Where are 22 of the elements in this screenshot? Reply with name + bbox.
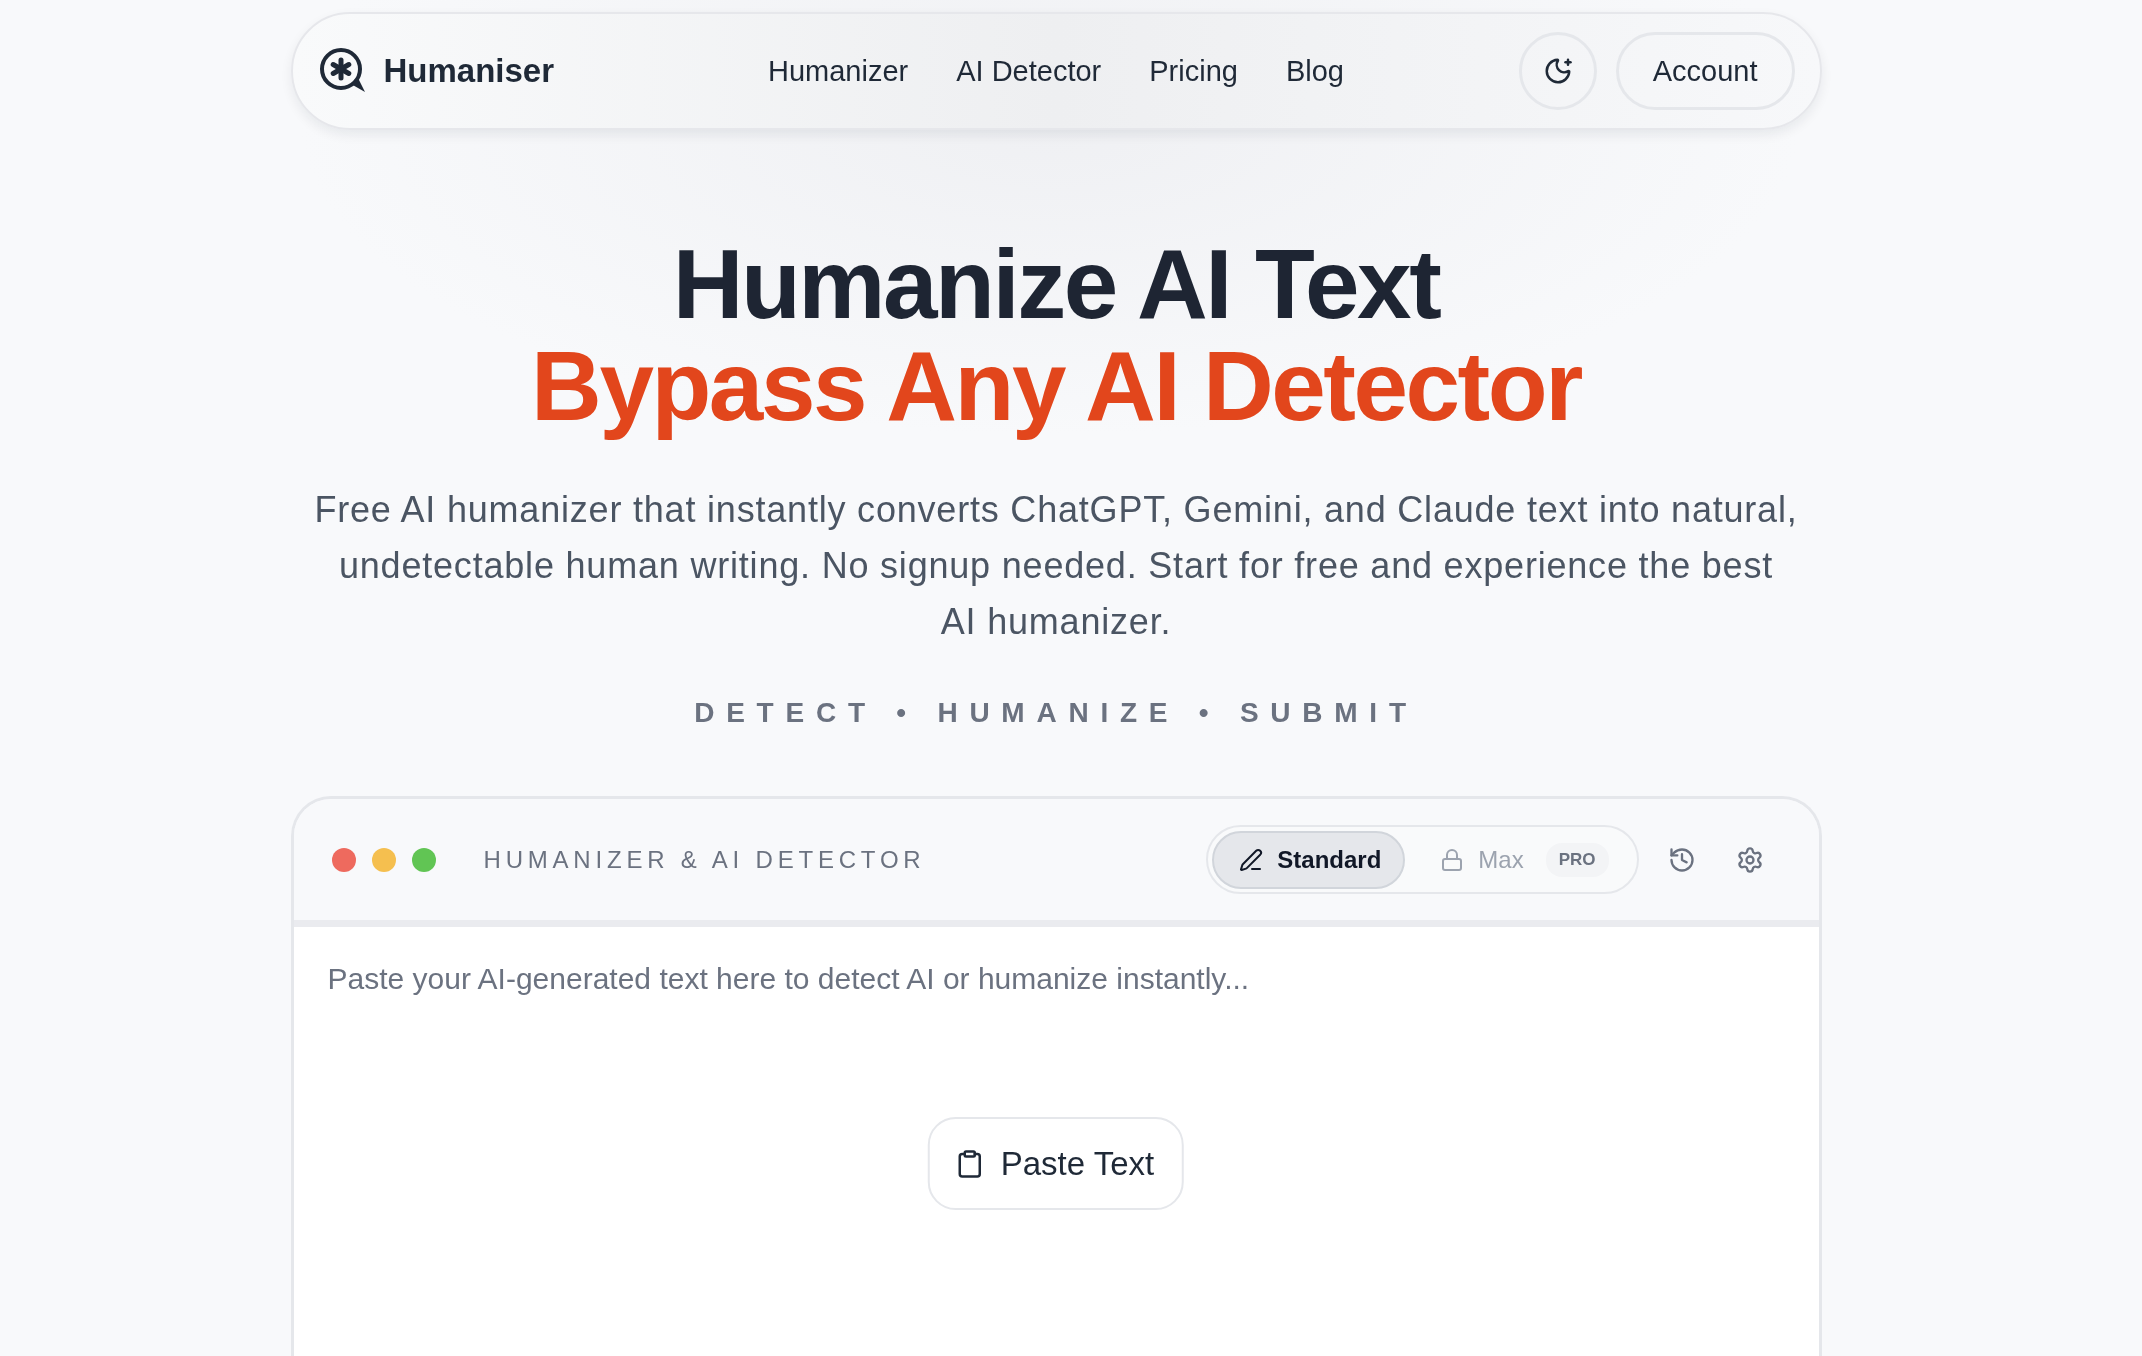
settings-icon [1735, 845, 1764, 874]
nav-link[interactable]: AI Detector [956, 54, 1102, 88]
asterisk-bubble-icon [317, 47, 368, 95]
hero-title: Humanize AI Text [671, 233, 1441, 335]
mode-label: Standard [1277, 845, 1382, 874]
account-button[interactable]: Account [1615, 32, 1795, 110]
mode-tab[interactable]: Max PRO [1413, 830, 1633, 889]
tagline: DETECT • HUMANIZE • SUBMIT [694, 696, 1418, 730]
pro-badge: PRO [1545, 842, 1609, 877]
lock-icon [1440, 847, 1465, 872]
pen-icon [1239, 847, 1264, 872]
paste-button[interactable]: Paste Text [927, 1117, 1185, 1210]
mode-tab[interactable]: Standard [1212, 830, 1406, 889]
nav-link[interactable]: Blog [1285, 54, 1344, 88]
history-icon [1667, 845, 1696, 874]
nav-link[interactable]: Humanizer [768, 54, 909, 88]
brand-name: Humaniser [383, 52, 555, 90]
hero-description: Free AI humanizer that instantly converts ChatGPT, Gemini, and Claude text into natural, undetectable human writing. No signup needed. Start for free and experience the best AI humanizer. [313, 488, 1799, 644]
nav-link[interactable]: Pricing [1149, 54, 1238, 88]
tool-title: HUMANIZER & AI DETECTOR [483, 845, 926, 874]
mode-label: Max [1478, 845, 1524, 874]
theme-toggle-button[interactable] [1518, 32, 1597, 110]
